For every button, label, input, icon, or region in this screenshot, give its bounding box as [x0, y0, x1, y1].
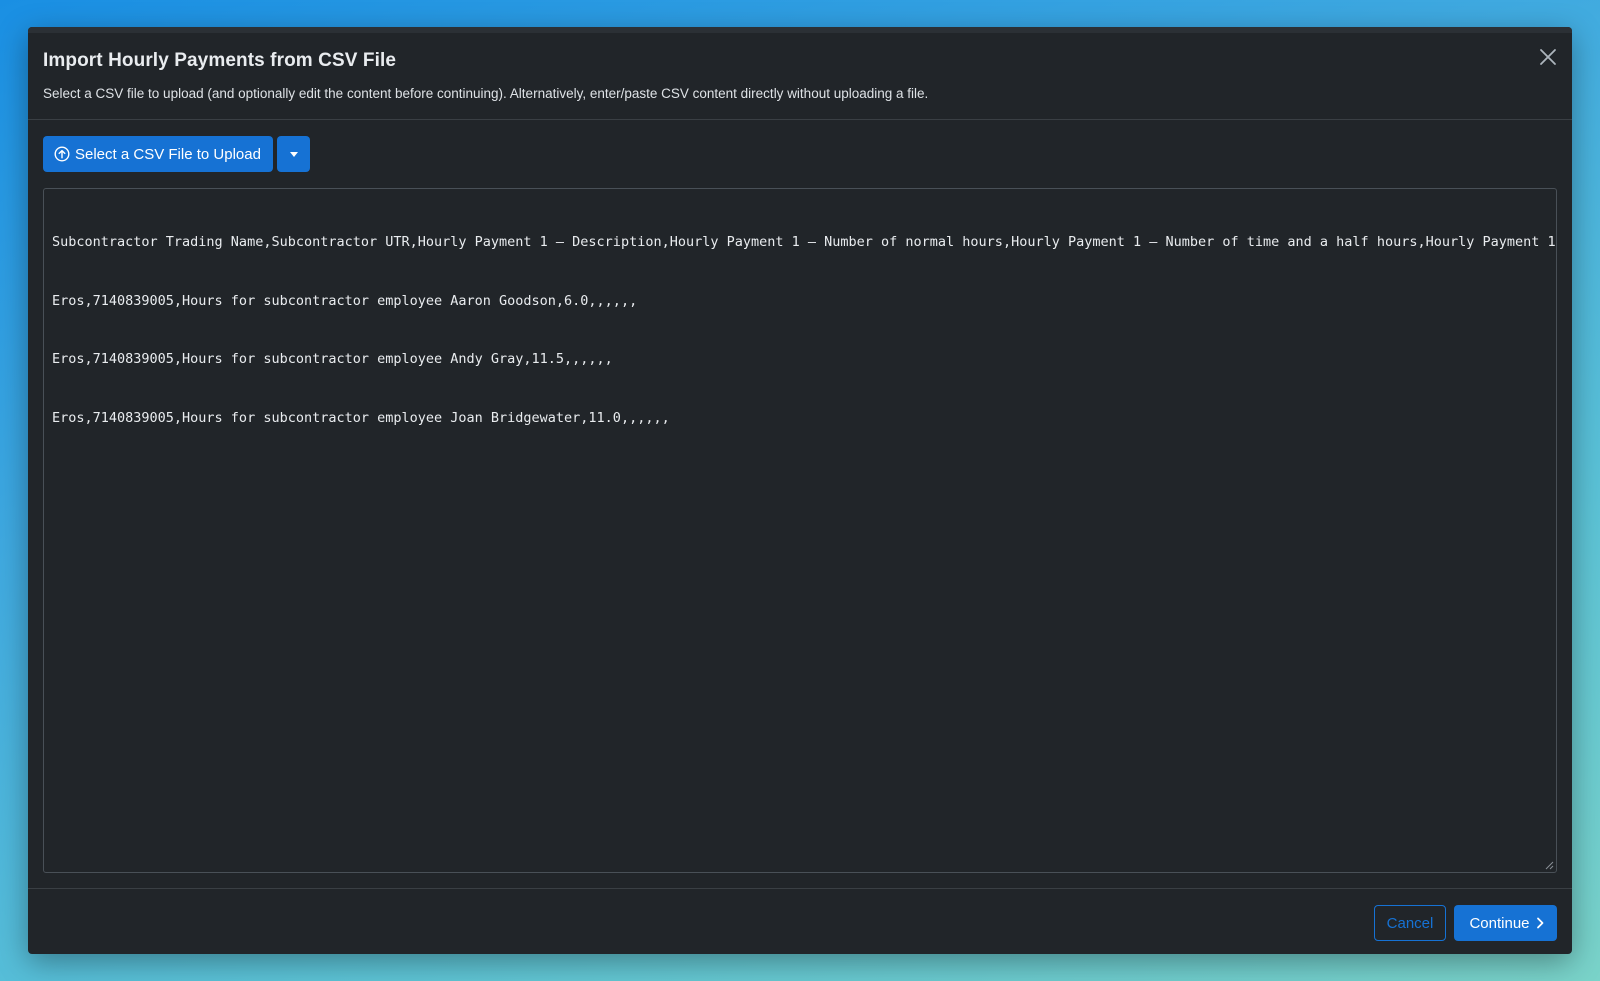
resize-handle-icon[interactable]	[1544, 860, 1554, 870]
close-button[interactable]	[1536, 45, 1560, 69]
continue-label: Continue	[1469, 914, 1530, 932]
dialog-subtitle: Select a CSV file to upload (and optiona…	[43, 86, 929, 101]
upload-toolbar: Select a CSV File to Upload	[43, 136, 310, 172]
csv-content-textarea[interactable]: Subcontractor Trading Name,Subcontractor…	[43, 188, 1557, 873]
chevron-right-icon	[1536, 917, 1543, 929]
csv-line: Eros,7140839005,Hours for subcontractor …	[52, 409, 670, 426]
continue-button[interactable]: Continue	[1454, 905, 1557, 941]
select-csv-upload-label: Select a CSV File to Upload	[75, 145, 261, 163]
csv-line: Eros,7140839005,Hours for subcontractor …	[52, 351, 613, 367]
cancel-button[interactable]: Cancel	[1374, 905, 1446, 941]
upload-circle-icon	[54, 146, 70, 162]
dialog-title: Import Hourly Payments from CSV File	[43, 50, 397, 71]
dialog-header: Import Hourly Payments from CSV File Sel…	[28, 27, 1572, 120]
import-csv-dialog: Import Hourly Payments from CSV File Sel…	[28, 27, 1572, 954]
dialog-footer: Cancel Continue	[28, 888, 1572, 954]
select-csv-upload-button[interactable]: Select a CSV File to Upload	[43, 136, 273, 172]
close-icon	[1540, 49, 1556, 65]
upload-options-dropdown-button[interactable]	[277, 136, 310, 172]
csv-line: Eros,7140839005,Hours for subcontractor …	[52, 292, 638, 309]
csv-line: Subcontractor Trading Name,Subcontractor…	[52, 234, 1557, 250]
csv-content-lines: Subcontractor Trading Name,Subcontractor…	[52, 194, 1556, 467]
caret-down-icon	[289, 151, 298, 157]
